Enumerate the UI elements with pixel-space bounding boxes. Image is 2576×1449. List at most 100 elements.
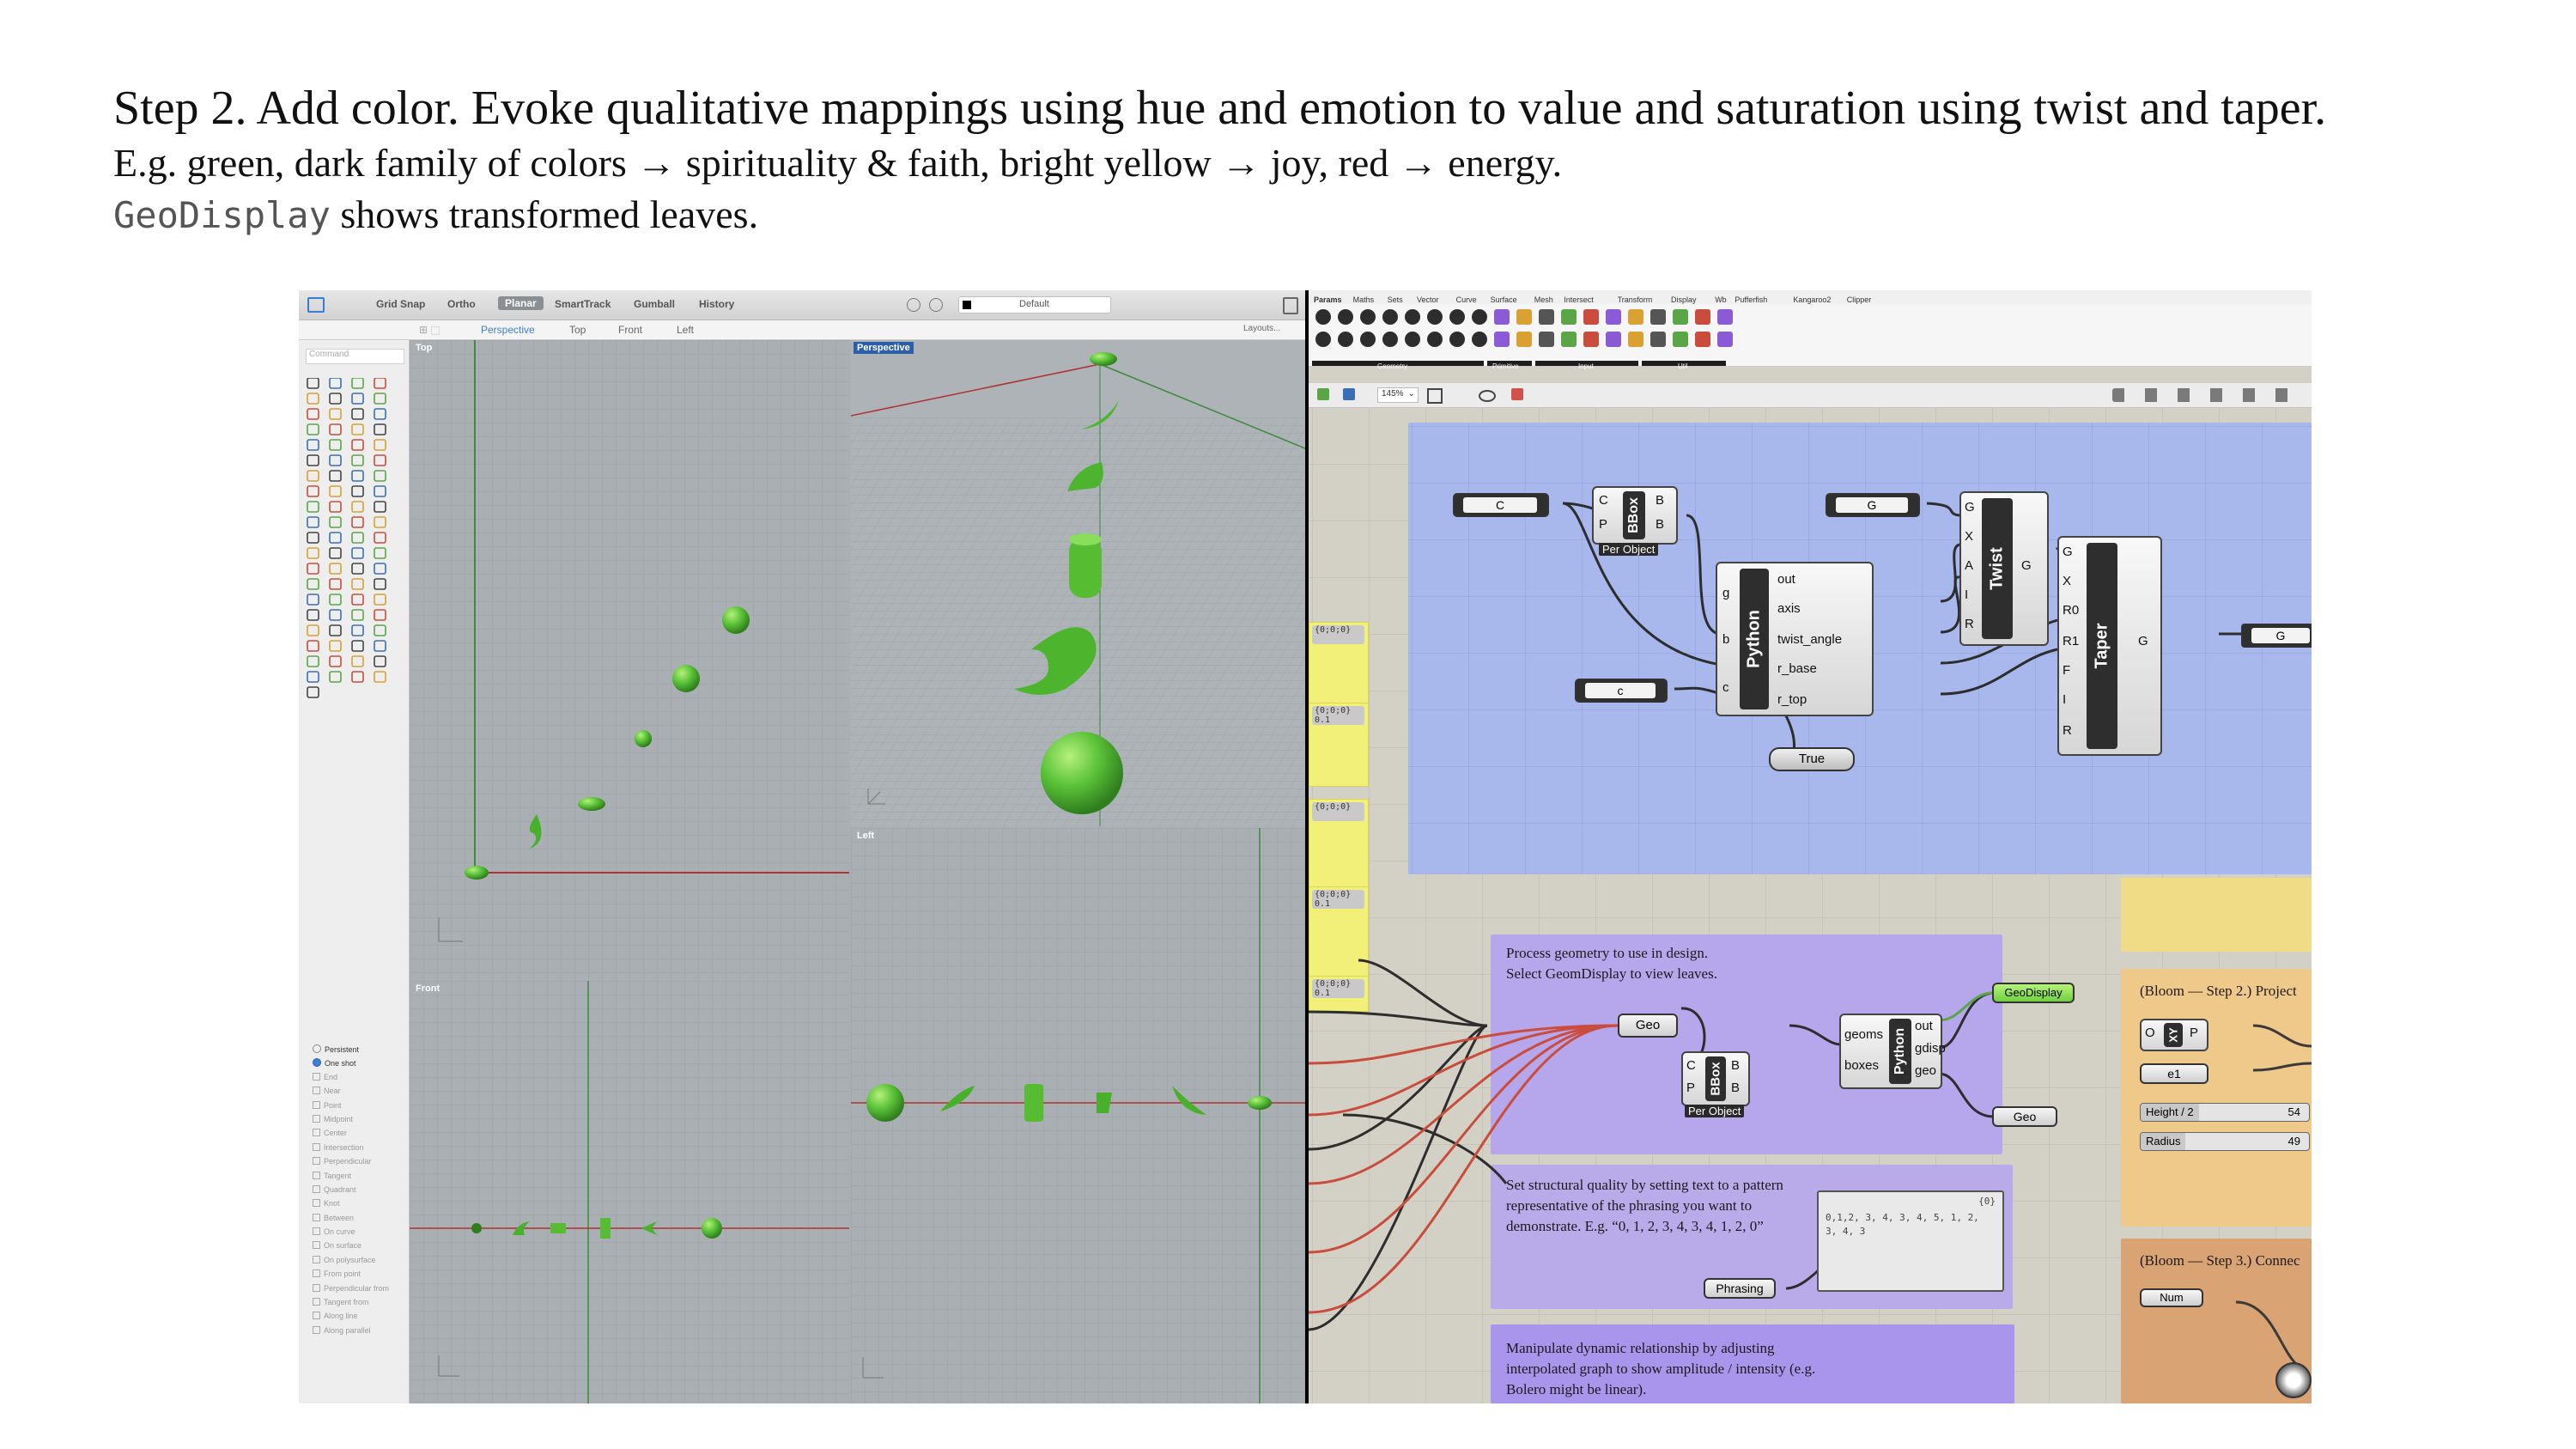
viewport-perspective[interactable]: Perspective <box>851 340 1305 826</box>
osnap-checkbox[interactable]: Tangent <box>313 1171 389 1185</box>
viewport-left[interactable]: Left <box>851 828 1305 1403</box>
toggle-history[interactable]: History <box>699 298 734 310</box>
left-view-canvas <box>851 828 1305 1403</box>
osnap-panel: Persistent One shot End Near Point Midpoint… <box>313 1044 389 1335</box>
perspective-view-canvas <box>851 340 1305 826</box>
tab-top[interactable]: Top <box>569 324 586 336</box>
tab-front[interactable]: Front <box>618 324 642 336</box>
slider-radius[interactable]: Radius 49 <box>2140 1132 2310 1151</box>
add-view-icon[interactable]: ⊞ ⬚ <box>419 324 440 336</box>
param-c-upper[interactable]: C <box>1453 493 1549 517</box>
slider-height[interactable]: Height / 2 54 <box>2140 1103 2310 1122</box>
bbox-process-per-object-tag: Per Object <box>1685 1105 1745 1117</box>
layer-color-swatch <box>963 301 971 309</box>
bloom-step3-title: (Bloom — Step 3.) Connec <box>2140 1252 2300 1269</box>
command-input[interactable]: Command <box>306 349 404 364</box>
osnap-checkbox[interactable]: Intersection <box>313 1142 389 1157</box>
caption-line-3: GeoDisplay shows transformed leaves. <box>113 189 2518 241</box>
osnap-checkbox[interactable]: From point <box>313 1269 389 1283</box>
yellow-param-panel[interactable]: {0;0;0} <box>1309 622 1369 709</box>
toggle-ortho[interactable]: Ortho <box>447 298 476 310</box>
grasshopper-window: Params Maths Sets Vector Curve Surface Mesh Int… <box>1309 290 2312 1403</box>
param-g-output[interactable]: G <box>2241 624 2312 648</box>
target-icon[interactable] <box>929 298 943 312</box>
note-process: Process geometry to use in design. Select… <box>1506 945 1717 982</box>
caption-code: GeoDisplay <box>113 194 331 236</box>
osnap-checkbox[interactable]: Knot <box>313 1199 389 1213</box>
osnap-checkbox[interactable]: On surface <box>313 1241 389 1255</box>
top-view-canvas <box>410 340 849 979</box>
caption-line-2: E.g. green, dark family of colors → spir… <box>113 141 1563 185</box>
rhino-tool-sidebar: Command Persistent One shot End Near Point… <box>299 340 410 1403</box>
radio-persistent[interactable]: Persistent <box>313 1044 389 1058</box>
bloom-step2-title: (Bloom — Step 2.) Project <box>2140 983 2297 999</box>
component-bbox[interactable]: BBox C P B B <box>1592 486 1678 545</box>
viewport-top[interactable]: Top <box>410 340 849 979</box>
component-xy-plane[interactable]: XY O P <box>2140 1019 2208 1051</box>
toggle-planar[interactable]: Planar <box>498 296 544 310</box>
layer-name: Default <box>1019 299 1049 309</box>
screenshot: Grid Snap Ortho Planar SmartTrack Gumbal… <box>299 290 2312 1403</box>
param-g-input[interactable]: G <box>1826 493 1920 517</box>
sidebar-toggle-icon[interactable] <box>307 297 325 313</box>
tab-left[interactable]: Left <box>677 324 694 336</box>
bbox-per-object-tag: Per Object <box>1599 543 1659 556</box>
osnap-checkbox[interactable]: Between <box>313 1213 389 1227</box>
osnap-checkbox[interactable]: Near <box>313 1087 389 1100</box>
component-taper[interactable]: Taper G X R0 R1 F I R G <box>2057 536 2162 756</box>
osnap-checkbox[interactable]: On polysurface <box>313 1255 389 1269</box>
yellow-param-panel[interactable]: {0;0;0} 0.1 <box>1309 976 1369 1012</box>
panel-phrasing-text[interactable]: {0} 0,1,2, 3, 4, 3, 4, 5, 1, 2, 3, 4, 3 <box>1817 1190 2004 1292</box>
component-python-top[interactable]: Python g b c out axis twist_angle r_base… <box>1716 562 1874 716</box>
tool-palette-icon[interactable] <box>304 378 404 704</box>
component-python-process[interactable]: Python geoms boxes out gdisp geo <box>1839 1014 1946 1089</box>
osnap-checkbox[interactable]: Quadrant <box>313 1184 389 1199</box>
osnap-checkbox[interactable]: Along parallel <box>313 1325 389 1340</box>
toggle-grid-snap[interactable]: Grid Snap <box>376 298 425 310</box>
osnap-checkbox[interactable]: Point <box>313 1100 389 1115</box>
param-geodisplay[interactable]: GeoDisplay <box>1992 983 2075 1003</box>
front-view-canvas <box>410 981 849 1403</box>
viewport-label-perspective[interactable]: Perspective <box>854 342 914 354</box>
group-bloom-step2[interactable] <box>2121 969 2312 1227</box>
note-dynamic: Manipulate dynamic relationship by adjus… <box>1506 1340 1816 1397</box>
radio-one-shot[interactable]: One shot <box>313 1058 389 1072</box>
figure-caption: Step 2. Add color. Evoke qualitative map… <box>113 79 2518 241</box>
param-e1[interactable]: e1 <box>2140 1063 2208 1084</box>
osnap-checkbox[interactable]: Midpoint <box>313 1114 389 1129</box>
osnap-checkbox[interactable]: End <box>313 1072 389 1087</box>
osnap-checkbox[interactable]: Center <box>313 1129 389 1142</box>
viewport-label-front[interactable]: Front <box>412 983 443 995</box>
osnap-checkbox[interactable]: On curve <box>313 1227 389 1241</box>
osnap-checkbox[interactable]: Perpendicular from <box>313 1283 389 1298</box>
caption-line-3-rest: shows transformed leaves. <box>330 192 759 236</box>
component-bbox-process[interactable]: BBox C P B B <box>1681 1051 1750 1106</box>
component-twist[interactable]: Twist G X A I R G <box>1959 491 2049 646</box>
param-phrasing[interactable]: Phrasing <box>1704 1278 1776 1299</box>
yellow-param-panel[interactable]: {0;0;0} <box>1309 799 1369 890</box>
osnap-checkbox[interactable]: Tangent from <box>313 1298 389 1312</box>
osnap-checkbox[interactable]: Perpendicular <box>313 1157 389 1171</box>
toggle-gumball[interactable]: Gumball <box>634 298 675 310</box>
layer-selector[interactable]: Default <box>958 296 1111 314</box>
caption-line-1: Step 2. Add color. Evoke qualitative map… <box>113 82 2327 135</box>
layouts-button[interactable]: Layouts... <box>1243 324 1280 333</box>
yellow-param-panel[interactable]: {0;0;0} 0.1 <box>1309 886 1369 979</box>
osnap-checkbox[interactable]: Along line <box>313 1312 389 1325</box>
tab-perspective[interactable]: Perspective <box>481 324 535 336</box>
panel-toggle-icon[interactable] <box>1283 297 1298 314</box>
yellow-param-panel[interactable]: {0;0;0} 0.1 <box>1309 703 1369 787</box>
viewport-label-left[interactable]: Left <box>854 830 878 842</box>
toggle-smarttrack[interactable]: SmartTrack <box>555 298 611 310</box>
note-structure: Set structural quality by setting text t… <box>1506 1177 1783 1234</box>
viewport-front[interactable]: Front <box>410 981 849 1403</box>
param-num[interactable]: Num <box>2140 1288 2203 1307</box>
param-geo-output[interactable]: Geo <box>1992 1106 2057 1127</box>
param-geo-input[interactable]: Geo <box>1618 1014 1678 1038</box>
param-c-lower[interactable]: c <box>1575 679 1668 703</box>
filter-icon[interactable] <box>907 298 920 312</box>
gh-navigation-compass-icon[interactable] <box>2275 1362 2312 1398</box>
group-bloom-top[interactable] <box>2121 878 2312 952</box>
viewport-label-top[interactable]: Top <box>412 342 435 354</box>
toggle-true[interactable]: True <box>1769 747 1855 771</box>
